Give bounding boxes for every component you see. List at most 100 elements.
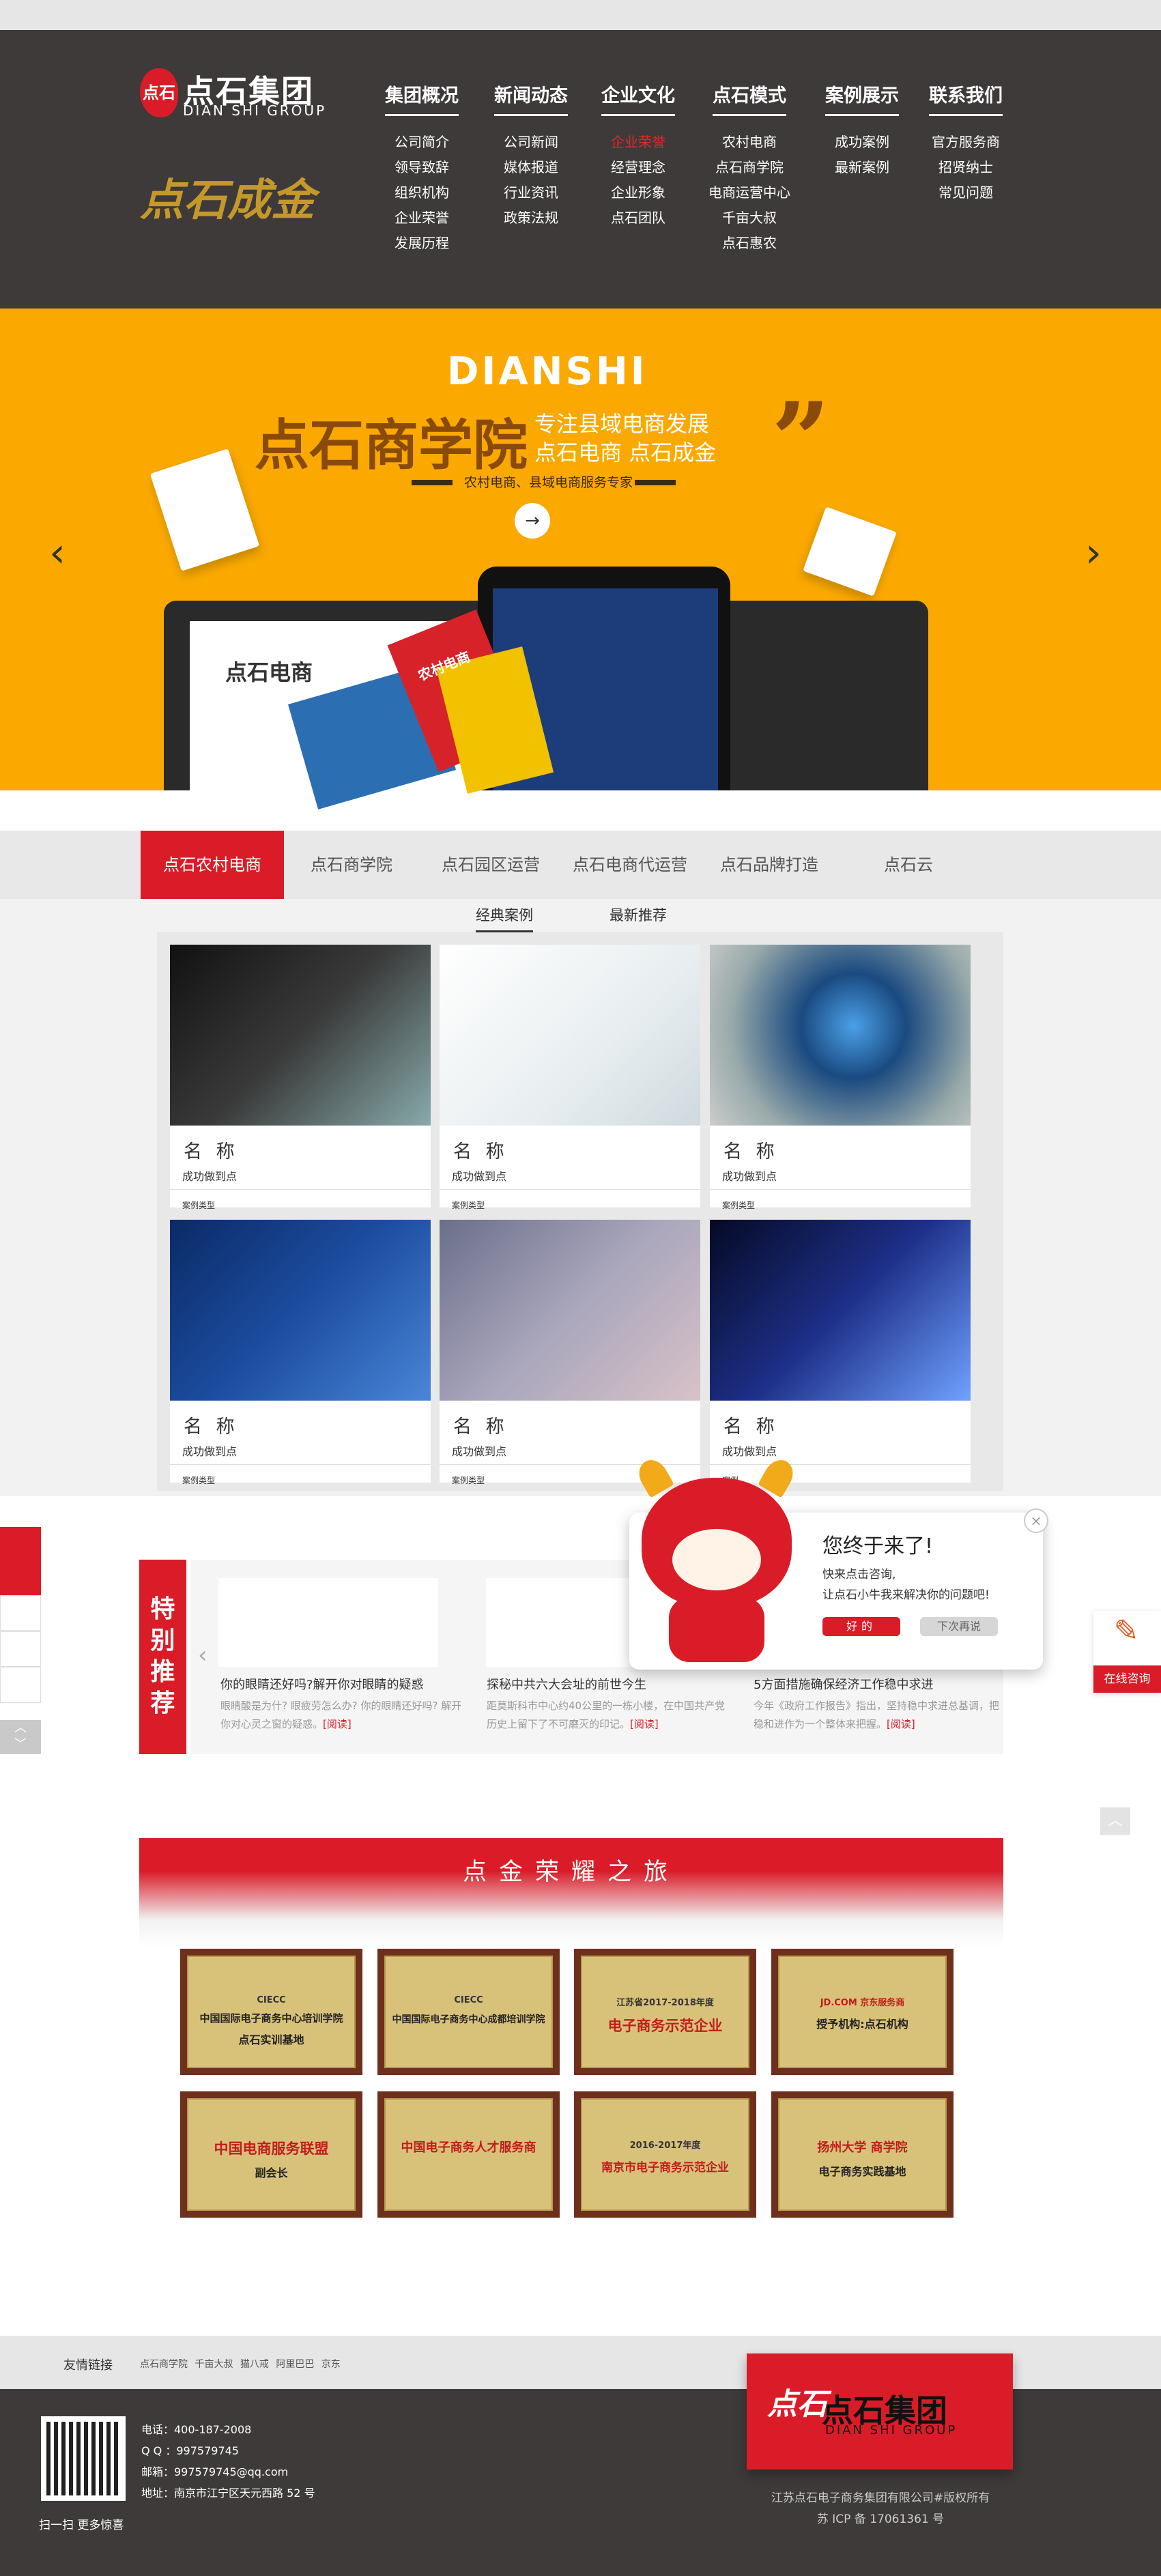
honor-certificate[interactable]: 扬州大学 商学院 电子商务实践基地 xyxy=(771,2091,954,2218)
nav-item[interactable]: 政策法规 xyxy=(480,205,582,231)
tab-agency-operation[interactable]: 点石电商代运营 xyxy=(558,831,702,899)
subtab-classic-cases[interactable]: 经典案例 xyxy=(476,904,533,932)
certificate-face: JD.COM 京东服务商 授予机构:点石机构 xyxy=(778,1956,947,2068)
honor-certificate[interactable]: 中国电子商务人才服务商 xyxy=(377,2091,560,2218)
carousel-prev-icon[interactable]: ‹ xyxy=(49,532,66,573)
read-more-link[interactable]: [阅读] xyxy=(630,1718,659,1730)
divider xyxy=(170,1464,431,1465)
cert-sub: 授予机构:点石机构 xyxy=(816,2018,908,2031)
nav-item-active[interactable]: 企业荣誉 xyxy=(587,130,689,155)
nav-item[interactable]: 媒体报道 xyxy=(480,155,582,180)
nav-item[interactable]: 官方服务商 xyxy=(915,130,1017,155)
nav-item[interactable]: 企业形象 xyxy=(587,180,689,205)
read-more-link[interactable]: [阅读] xyxy=(887,1718,915,1730)
case-card[interactable]: 名 称 成功做到点 案例类型 xyxy=(170,1220,431,1485)
friend-links[interactable]: 点石商学院 千亩大叔 猫八戒 阿里巴巴 京东 xyxy=(140,2357,341,2371)
mascot-face xyxy=(672,1529,761,1590)
nav-item[interactable]: 成功案例 xyxy=(811,130,913,155)
nav-item[interactable]: 最新案例 xyxy=(811,155,913,180)
nav-item[interactable]: 经营理念 xyxy=(587,155,689,180)
nav-title[interactable]: 集团概况 xyxy=(385,81,459,116)
news-image[interactable] xyxy=(218,1578,438,1667)
float-sidebar-item[interactable] xyxy=(0,1595,41,1631)
nav-item[interactable]: 公司新闻 xyxy=(480,130,582,155)
float-sidebar-item[interactable] xyxy=(0,1631,41,1667)
nav-item[interactable]: 电商运营中心 xyxy=(698,180,801,205)
nav-item[interactable]: 常见问题 xyxy=(915,180,1017,205)
qr-code xyxy=(41,2416,126,2501)
divider xyxy=(710,1464,971,1465)
tab-business-school[interactable]: 点石商学院 xyxy=(280,831,423,899)
news-title[interactable]: 探秘中共六大会址的前世今生 xyxy=(487,1675,732,1693)
sidebar-scroll-icon[interactable]: ︿ ﹀ xyxy=(0,1720,41,1754)
nav-item[interactable]: 领导致辞 xyxy=(371,155,473,180)
nav-item[interactable]: 点石惠农 xyxy=(698,231,801,256)
nav-item[interactable]: 点石商学院 xyxy=(698,155,801,180)
chat-bubble-icon[interactable]: ✎ xyxy=(1106,1611,1147,1652)
case-name: 名 称 xyxy=(184,1141,239,1162)
nav-item[interactable]: 发展历程 xyxy=(371,231,473,256)
nav-item[interactable]: 企业荣誉 xyxy=(371,205,473,231)
tab-park-operation[interactable]: 点石园区运营 xyxy=(419,831,562,899)
honor-certificate[interactable]: 2016-2017年度 南京市电子商务示范企业 xyxy=(574,2091,756,2218)
cert-org: CIECC xyxy=(454,1995,483,2005)
case-card[interactable]: 名 称 成功做到点 案例 xyxy=(710,1220,971,1485)
footer-logo-sub: DIAN SHI GROUP xyxy=(825,2423,958,2437)
tab-rural-ecommerce[interactable]: 点石农村电商 xyxy=(141,831,284,899)
nav-group-news: 新闻动态 公司新闻 媒体报道 行业资讯 政策法规 xyxy=(480,81,582,231)
nav-item[interactable]: 招贤纳士 xyxy=(915,155,1017,180)
nav-title[interactable]: 案例展示 xyxy=(825,81,899,116)
footer-brand-logo[interactable]: 点石 点石集团 DIAN SHI GROUP xyxy=(747,2353,1013,2470)
case-card[interactable]: 名 称 成功做到点 案例类型 xyxy=(440,945,700,1210)
honor-certificate[interactable]: CIECC 中国国际电子商务中心成都培训学院 xyxy=(377,1949,560,2075)
nav-title[interactable]: 联系我们 xyxy=(929,81,1003,116)
nav-title[interactable]: 点石模式 xyxy=(713,81,786,116)
news-prev-icon[interactable]: ‹ xyxy=(198,1642,207,1669)
float-sidebar-item[interactable] xyxy=(0,1668,41,1703)
hero-arrow-button[interactable]: → xyxy=(515,503,550,539)
tab-cloud[interactable]: 点石云 xyxy=(837,831,980,899)
cert-sub: 副会长 xyxy=(255,2166,288,2179)
news-title[interactable]: 5方面措施确保经济工作稳中求进 xyxy=(754,1675,999,1693)
divider xyxy=(440,1189,700,1190)
nav-item[interactable]: 点石团队 xyxy=(587,205,689,231)
popup-ok-button[interactable]: 好的 xyxy=(822,1617,900,1636)
nav-item[interactable]: 行业资讯 xyxy=(480,180,582,205)
brand-logo-mark[interactable]: 点石 xyxy=(140,68,178,117)
gold-slogan-seal: 点石成金 xyxy=(140,175,315,226)
hero-subtitle: 专注县域电商发展 xyxy=(534,411,710,437)
online-consult-button[interactable]: 在线咨询 xyxy=(1093,1665,1161,1693)
case-card[interactable]: 名 称 成功做到点 案例类型 xyxy=(440,1220,700,1485)
hero-title: 点石商学院 xyxy=(255,414,528,477)
carousel-next-icon[interactable]: › xyxy=(1085,532,1102,573)
popup-later-button[interactable]: 下次再说 xyxy=(920,1617,998,1636)
honor-certificate[interactable]: 江苏省2017-2018年度 电子商务示范企业 xyxy=(574,1949,756,2075)
float-sidebar-top[interactable] xyxy=(0,1527,41,1595)
nav-title[interactable]: 企业文化 xyxy=(601,81,675,116)
subtab-latest[interactable]: 最新推荐 xyxy=(610,904,667,930)
special-recommend-tag: 特别推荐 xyxy=(139,1560,190,1754)
nav-item[interactable]: 千亩大叔 xyxy=(698,205,801,231)
read-more-link[interactable]: [阅读] xyxy=(323,1718,352,1730)
tab-brand-building[interactable]: 点石品牌打造 xyxy=(698,831,841,899)
copyright: 江苏点石电子商务集团有限公司#版权所有 xyxy=(771,2491,990,2505)
nav-item[interactable]: 组织机构 xyxy=(371,180,473,205)
news-title[interactable]: 你的眼睛还好吗?解开你对眼睛的疑惑 xyxy=(220,1675,466,1693)
honor-certificate[interactable]: 中国电商服务联盟 副会长 xyxy=(180,2091,362,2218)
honor-certificate[interactable]: JD.COM 京东服务商 授予机构:点石机构 xyxy=(771,1949,954,2075)
nav-item[interactable]: 公司简介 xyxy=(371,130,473,155)
close-icon[interactable]: × xyxy=(1024,1508,1048,1533)
honor-certificate[interactable]: CIECC 中国国际电子商务中心培训学院 点石实训基地 xyxy=(180,1949,362,2075)
contact-email[interactable]: 邮箱：997579745@qq.com xyxy=(141,2461,288,2482)
friend-links-label: 友情链接 xyxy=(63,2358,113,2373)
case-card[interactable]: 名 称 成功做到点 案例类型 xyxy=(170,945,431,1210)
nav-group-contact: 联系我们 官方服务商 招贤纳士 常见问题 xyxy=(915,81,1017,205)
case-name: 名 称 xyxy=(723,1141,779,1162)
back-to-top-icon[interactable]: ︿ xyxy=(1100,1807,1130,1835)
nav-item[interactable]: 农村电商 xyxy=(698,130,801,155)
contact-phone: 电话：400-187-2008 xyxy=(141,2423,252,2436)
nav-title[interactable]: 新闻动态 xyxy=(494,81,568,116)
case-desc: 成功做到点 xyxy=(722,1170,777,1183)
case-card[interactable]: 名 称 成功做到点 案例类型 xyxy=(710,945,971,1210)
news-desc-text: 今年《政府工作报告》指出，坚持稳中求进总基调，把稳和进作为一个整体来把握。 xyxy=(754,1700,1000,1730)
